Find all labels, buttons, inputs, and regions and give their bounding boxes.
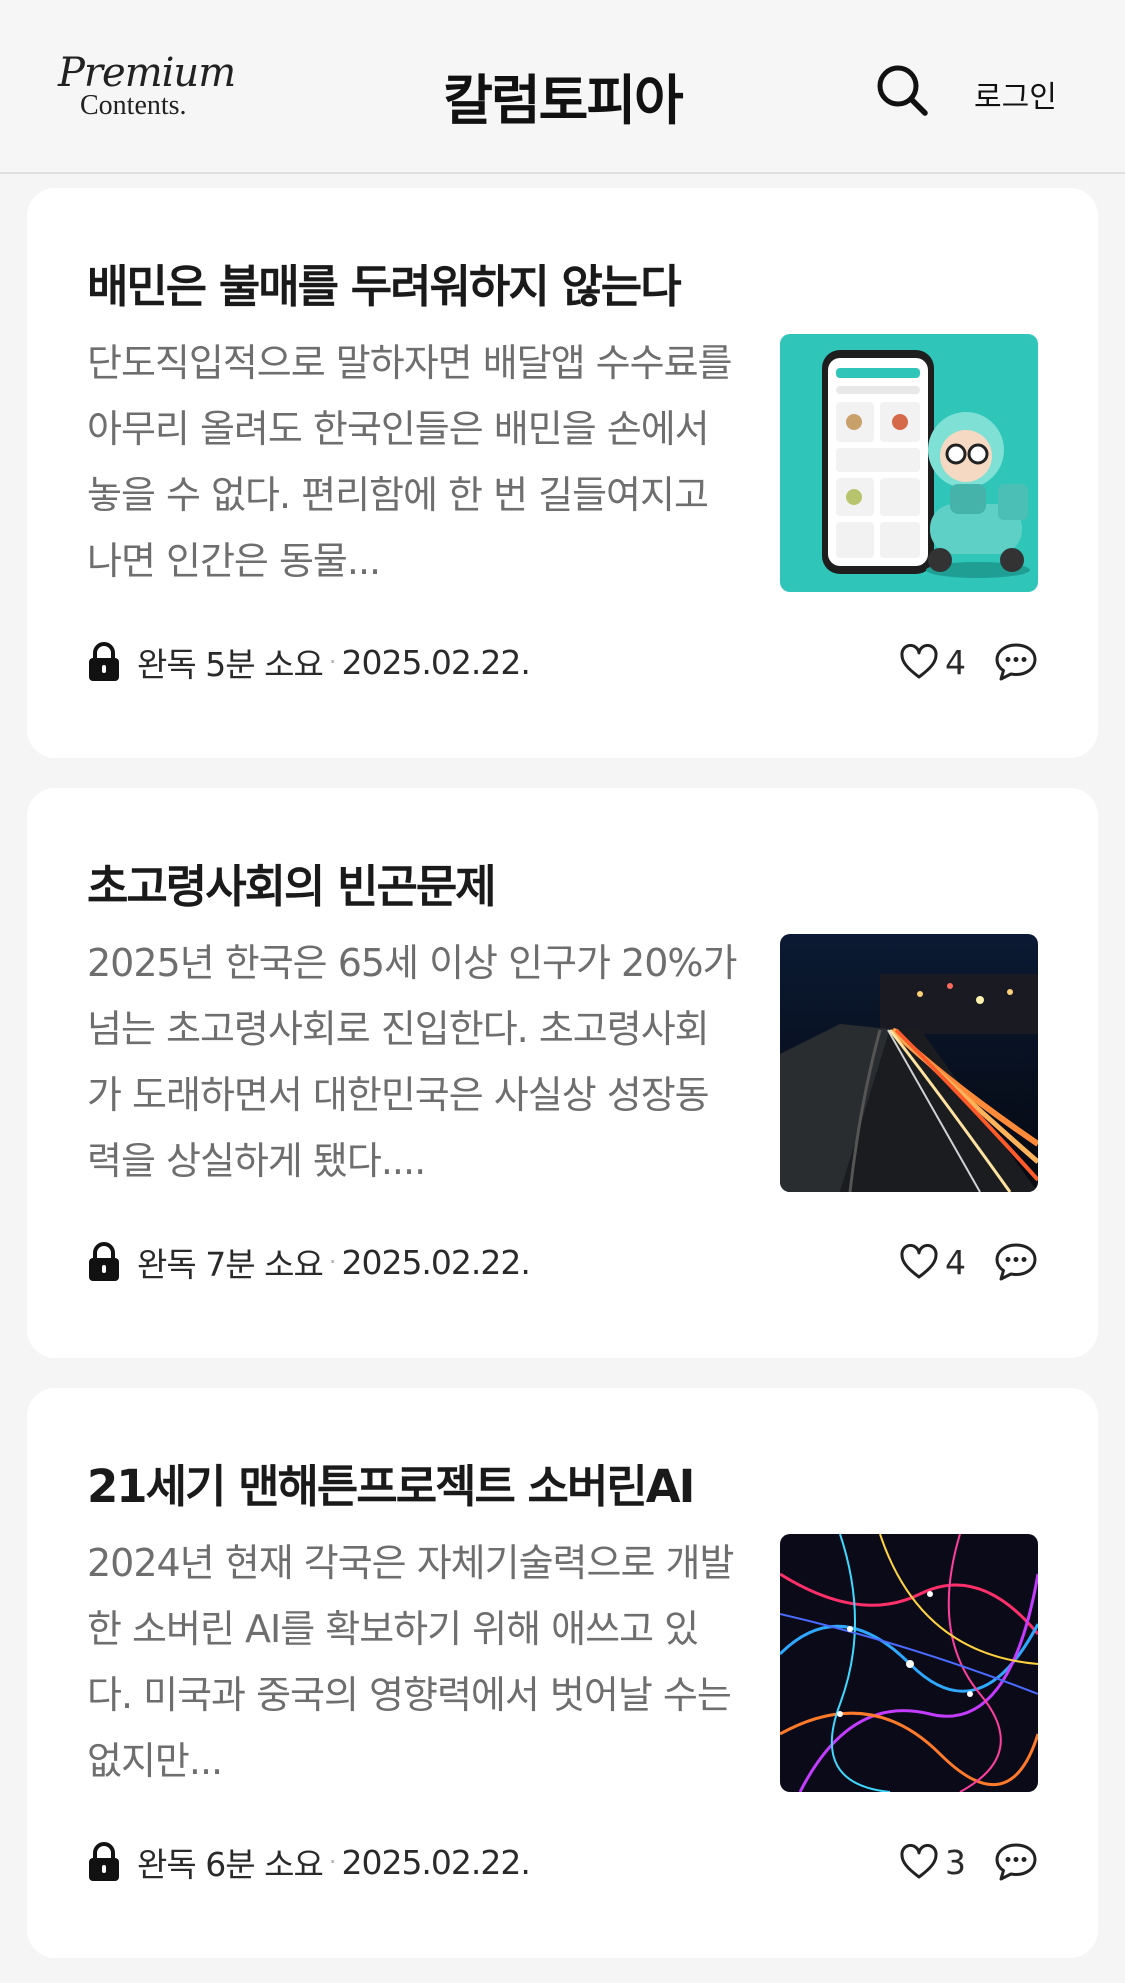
article-thumbnail[interactable]	[780, 1534, 1038, 1792]
comment-icon[interactable]	[994, 642, 1038, 682]
article-thumbnail[interactable]	[780, 934, 1038, 1192]
read-status: 완독	[137, 645, 197, 684]
article-summary[interactable]: 2024년 현재 각국은 자체기술력으로 개발한 소버린 AI를 확보하기 위해…	[87, 1530, 737, 1794]
article-title[interactable]: 배민은 불매를 두려워하지 않는다	[87, 250, 987, 315]
like-count: 4	[945, 642, 966, 682]
premium-contents-logo[interactable]: Premium Contents.	[58, 50, 236, 126]
article-meta: 완독 6분 소요 · 2025.02.22.	[87, 1840, 531, 1884]
read-status: 완독	[137, 1245, 197, 1284]
like-button[interactable]: 4	[899, 1243, 966, 1282]
separator-dot: ·	[328, 1848, 337, 1876]
read-status: 완독	[137, 1845, 197, 1884]
top-header: Premium Contents. 칼럼토피아 로그인	[0, 0, 1125, 174]
like-button[interactable]: 3	[899, 1843, 966, 1882]
comment-icon[interactable]	[994, 1842, 1038, 1882]
lock-icon	[89, 642, 119, 681]
lock-icon	[89, 1242, 119, 1281]
read-time: 6분 소요	[205, 1845, 324, 1884]
logo-line-2: Contents.	[80, 90, 187, 121]
article-summary[interactable]: 2025년 한국은 65세 이상 인구가 20%가 넘는 초고령사회로 진입한다…	[87, 930, 737, 1194]
like-count: 4	[945, 1242, 966, 1282]
article-actions: 3	[899, 1838, 1038, 1886]
like-count: 3	[945, 1842, 966, 1882]
publish-date: 2025.02.22.	[341, 1242, 530, 1282]
article-actions: 4	[899, 638, 1038, 686]
publish-date: 2025.02.22.	[341, 642, 530, 682]
read-time: 5분 소요	[205, 645, 324, 684]
article-meta: 완독 5분 소요 · 2025.02.22.	[87, 640, 531, 684]
separator-dot: ·	[328, 1248, 337, 1276]
article-title[interactable]: 초고령사회의 빈곤문제	[87, 850, 987, 915]
separator-dot: ·	[328, 648, 337, 676]
heart-icon	[900, 1244, 938, 1279]
site-title[interactable]: 칼럼토피아	[300, 56, 825, 135]
article-title[interactable]: 21세기 맨해튼프로젝트 소버린AI	[87, 1450, 987, 1515]
article-actions: 4	[899, 1238, 1038, 1286]
search-icon[interactable]	[874, 62, 930, 118]
login-button[interactable]: 로그인	[974, 72, 1057, 116]
article-meta: 완독 7분 소요 · 2025.02.22.	[87, 1240, 531, 1284]
like-button[interactable]: 4	[899, 643, 966, 682]
read-time: 7분 소요	[205, 1245, 324, 1284]
publish-date: 2025.02.22.	[341, 1842, 530, 1882]
article-card[interactable]: 21세기 맨해튼프로젝트 소버린AI 2024년 현재 각국은 자체기술력으로 …	[27, 1388, 1098, 1958]
article-card[interactable]: 배민은 불매를 두려워하지 않는다 단도직입적으로 말하자면 배달앱 수수료를 …	[27, 188, 1098, 758]
article-thumbnail[interactable]	[780, 334, 1038, 592]
article-card[interactable]: 초고령사회의 빈곤문제 2025년 한국은 65세 이상 인구가 20%가 넘는…	[27, 788, 1098, 1358]
comment-icon[interactable]	[994, 1242, 1038, 1282]
heart-icon	[900, 1844, 938, 1879]
article-summary[interactable]: 단도직입적으로 말하자면 배달앱 수수료를 아무리 올려도 한국인들은 배민을 …	[87, 330, 737, 594]
lock-icon	[89, 1842, 119, 1881]
heart-icon	[900, 644, 938, 679]
